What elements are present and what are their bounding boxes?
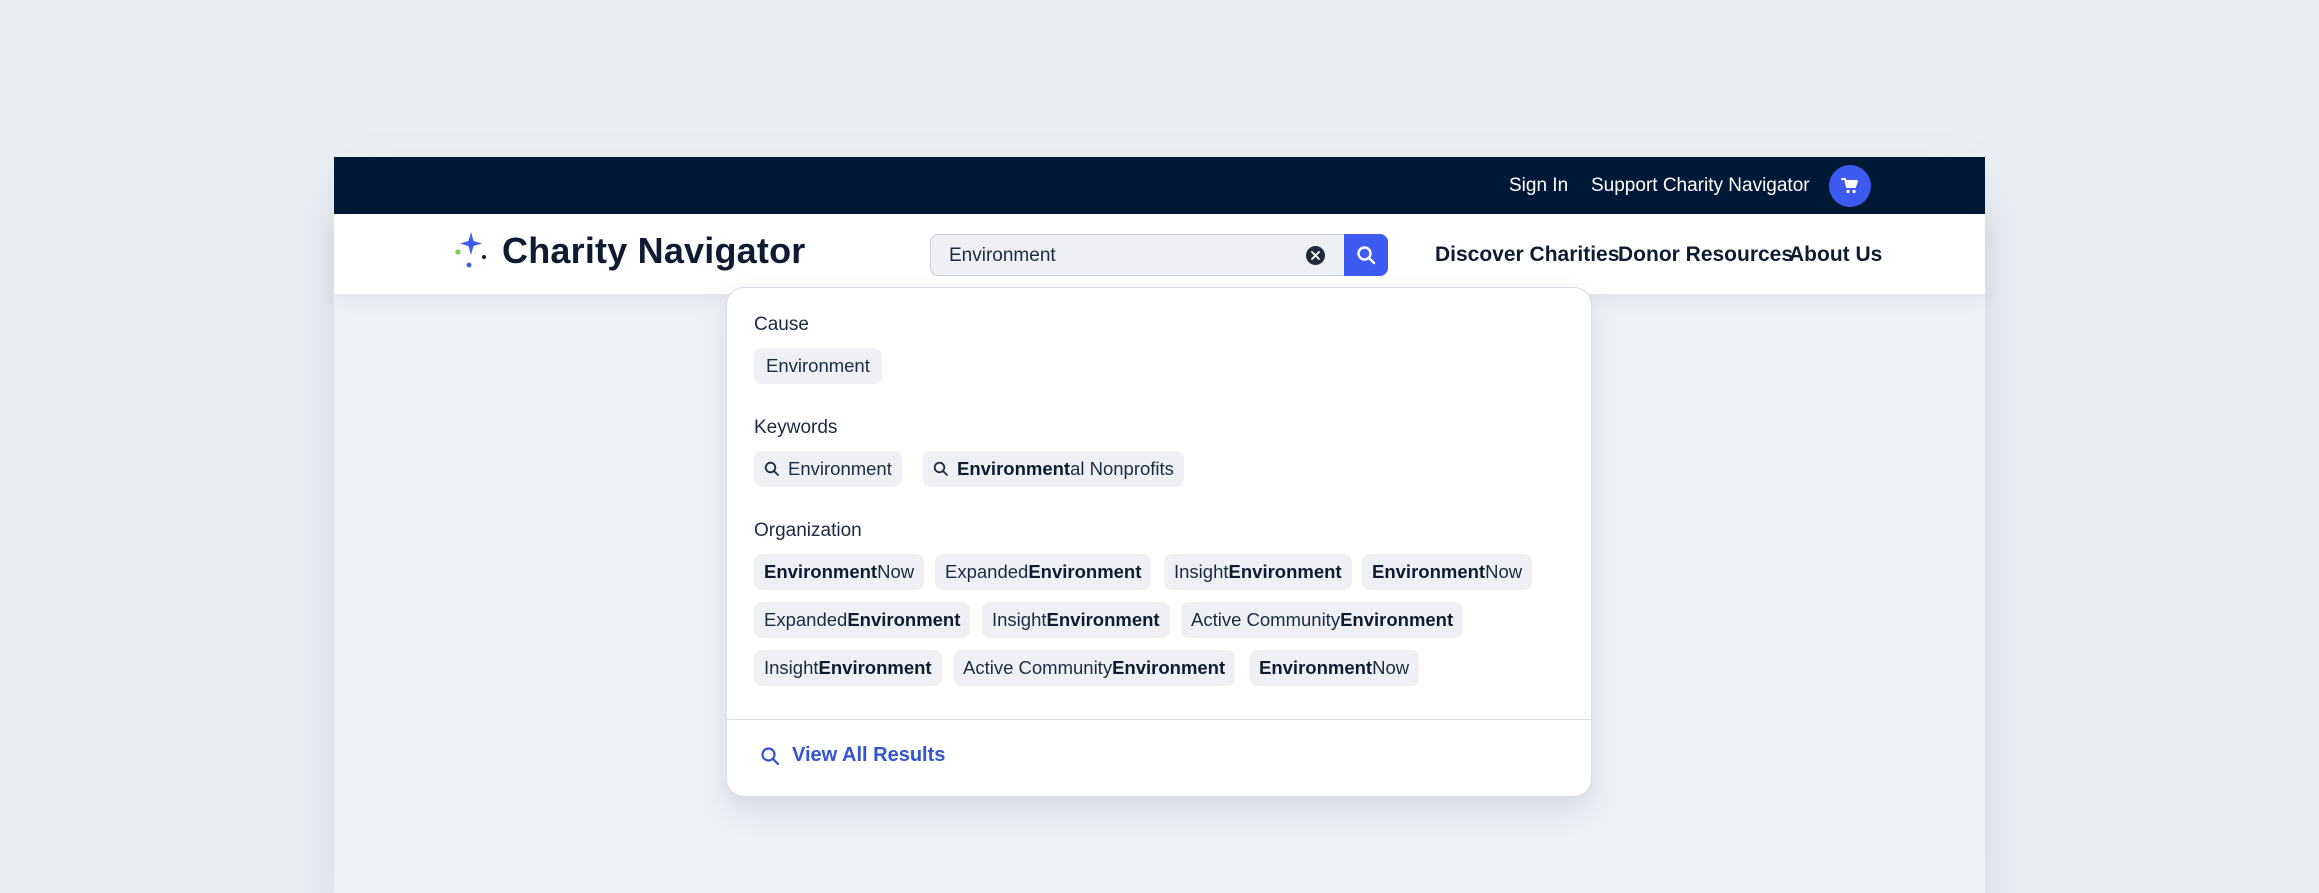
cause-chip[interactable]: Environment [754, 348, 882, 384]
keyword-text: al Nonprofits [1070, 458, 1174, 479]
org-match: Environment [1340, 609, 1454, 630]
org-text: Now [1372, 657, 1410, 678]
org-text: Insight [992, 609, 1047, 630]
org-text: Active Community [963, 657, 1113, 678]
search-input[interactable] [947, 243, 1291, 269]
org-match: Environment [1228, 561, 1342, 582]
organization-section-label: Organization [754, 520, 862, 541]
organization-chip[interactable]: Insight Environment [982, 602, 1170, 638]
organization-chip[interactable]: Environment Now [1249, 650, 1420, 686]
org-text: Expanded [945, 561, 1029, 582]
close-icon [1311, 251, 1320, 260]
search-icon [933, 461, 949, 477]
dropdown-divider [727, 719, 1591, 720]
brand-logo[interactable]: Charity Navigator [454, 228, 805, 274]
nav-discover-charities[interactable]: Discover Charities [1435, 243, 1619, 267]
nav-donor-resources[interactable]: Donor Resources [1618, 243, 1793, 267]
org-text: Now [1485, 561, 1523, 582]
cart-button[interactable] [1829, 165, 1871, 207]
view-all-label: View All Results [792, 744, 946, 766]
keyword-text: Environment [788, 458, 892, 479]
search-button[interactable] [1344, 234, 1388, 276]
clear-search-button[interactable] [1306, 246, 1325, 265]
organization-chip[interactable]: Environment Now [754, 554, 925, 590]
org-match: Environment [1046, 609, 1160, 630]
search-suggestions-dropdown: Cause Environment Keywords Environment E… [726, 287, 1592, 797]
cause-chip-label: Environment [766, 355, 870, 376]
keywords-section-label: Keywords [754, 417, 838, 438]
organization-chip[interactable]: Expanded Environment [754, 602, 971, 638]
org-text: Now [877, 561, 915, 582]
org-match: Environment [1372, 561, 1486, 582]
organization-chip[interactable]: Insight Environment [754, 650, 942, 686]
search-box [930, 234, 1346, 276]
org-match: Environment [1112, 657, 1226, 678]
keyword-match: Environment [957, 458, 1071, 479]
keyword-chip[interactable]: Environment al Nonprofits [923, 451, 1184, 487]
org-text: Active Community [1191, 609, 1341, 630]
org-text: Insight [1174, 561, 1229, 582]
organization-chip[interactable]: Active Community Environment [953, 650, 1236, 686]
organization-chip[interactable]: Environment Now [1362, 554, 1533, 590]
main-navbar: Charity Navigator Discover Charities Don… [334, 214, 1985, 294]
org-match: Environment [847, 609, 961, 630]
organization-chip[interactable]: Expanded Environment [935, 554, 1152, 590]
sparkle-logo-icon [455, 232, 486, 268]
org-match: Environment [1028, 561, 1142, 582]
search-icon [764, 461, 780, 477]
brand-name: Charity Navigator [502, 230, 806, 271]
view-all-results-link[interactable]: View All Results [760, 744, 945, 767]
org-match: Environment [818, 657, 932, 678]
keyword-chip[interactable]: Environment [754, 451, 902, 487]
nav-about-us[interactable]: About Us [1789, 243, 1882, 267]
search-icon [760, 746, 780, 766]
search-icon [1357, 246, 1376, 265]
organization-chip[interactable]: Insight Environment [1164, 554, 1352, 590]
organization-chip[interactable]: Active Community Environment [1181, 602, 1464, 638]
cause-section-label: Cause [754, 314, 809, 335]
org-text: Insight [764, 657, 819, 678]
org-match: Environment [764, 561, 878, 582]
org-match: Environment [1259, 657, 1373, 678]
utility-bar: Sign In Support Charity Navigator [334, 157, 1985, 214]
support-link[interactable]: Support Charity Navigator [1591, 175, 1810, 197]
org-text: Expanded [764, 609, 848, 630]
cart-icon [1841, 178, 1858, 194]
sign-in-link[interactable]: Sign In [1509, 175, 1568, 197]
